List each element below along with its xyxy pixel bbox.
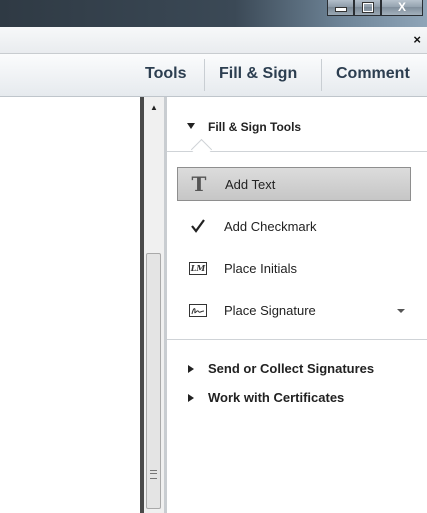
divider (167, 339, 427, 340)
section-label: Send or Collect Signatures (208, 361, 375, 376)
document-view[interactable] (0, 97, 140, 513)
section-notch (190, 138, 213, 161)
close-window-button[interactable]: X (381, 0, 423, 16)
text-t-icon: T (191, 172, 207, 196)
collapse-triangle-icon (188, 394, 194, 402)
signature-icon (187, 300, 209, 320)
scroll-up-arrow-icon[interactable]: ▲ (146, 101, 162, 115)
checkmark-icon (187, 216, 209, 236)
tab-tools[interactable]: Tools (145, 65, 186, 83)
place-initials-tool[interactable]: LM Place Initials (177, 252, 411, 286)
tool-label: Place Initials (224, 261, 297, 276)
tab-separator (321, 59, 322, 91)
vertical-scrollbar[interactable]: ▲ (140, 97, 164, 513)
close-document-icon[interactable]: × (413, 32, 421, 47)
maximize-button[interactable] (354, 0, 381, 16)
expand-triangle-icon (187, 123, 195, 129)
tool-label: Place Signature (224, 303, 316, 318)
window-controls: X (327, 0, 423, 17)
document-strip: × (0, 27, 427, 54)
task-pane-tabs: Tools Fill & Sign Comment (0, 54, 427, 97)
add-text-tool[interactable]: T Add Text (177, 167, 411, 201)
chevron-down-icon[interactable] (397, 309, 405, 313)
fill-and-sign-pane: Fill & Sign Tools T Add Text Add Checkma… (167, 97, 427, 513)
place-signature-tool[interactable]: Place Signature (177, 294, 411, 328)
initials-icon: LM (189, 261, 207, 275)
minimize-icon (334, 7, 347, 12)
collapse-triangle-icon (188, 365, 194, 373)
scroll-grip-icon (150, 470, 157, 479)
window-title-bar: X (0, 0, 427, 27)
tab-fill-and-sign[interactable]: Fill & Sign (219, 65, 297, 83)
tab-comment[interactable]: Comment (336, 65, 410, 83)
tool-label: Add Text (225, 177, 276, 192)
minimize-button[interactable] (327, 0, 354, 16)
section-header-fill-sign-tools[interactable]: Fill & Sign Tools (167, 97, 427, 161)
maximize-icon (361, 1, 374, 13)
scroll-thumb[interactable] (146, 253, 161, 509)
add-checkmark-tool[interactable]: Add Checkmark (177, 210, 411, 244)
section-send-or-collect-signatures[interactable]: Send or Collect Signatures (167, 358, 427, 380)
tab-separator (204, 59, 205, 91)
section-title: Fill & Sign Tools (208, 120, 302, 134)
section-label: Work with Certificates (208, 390, 345, 405)
tool-label: Add Checkmark (224, 219, 317, 234)
close-icon: X (397, 0, 406, 14)
section-work-with-certificates[interactable]: Work with Certificates (167, 387, 427, 409)
